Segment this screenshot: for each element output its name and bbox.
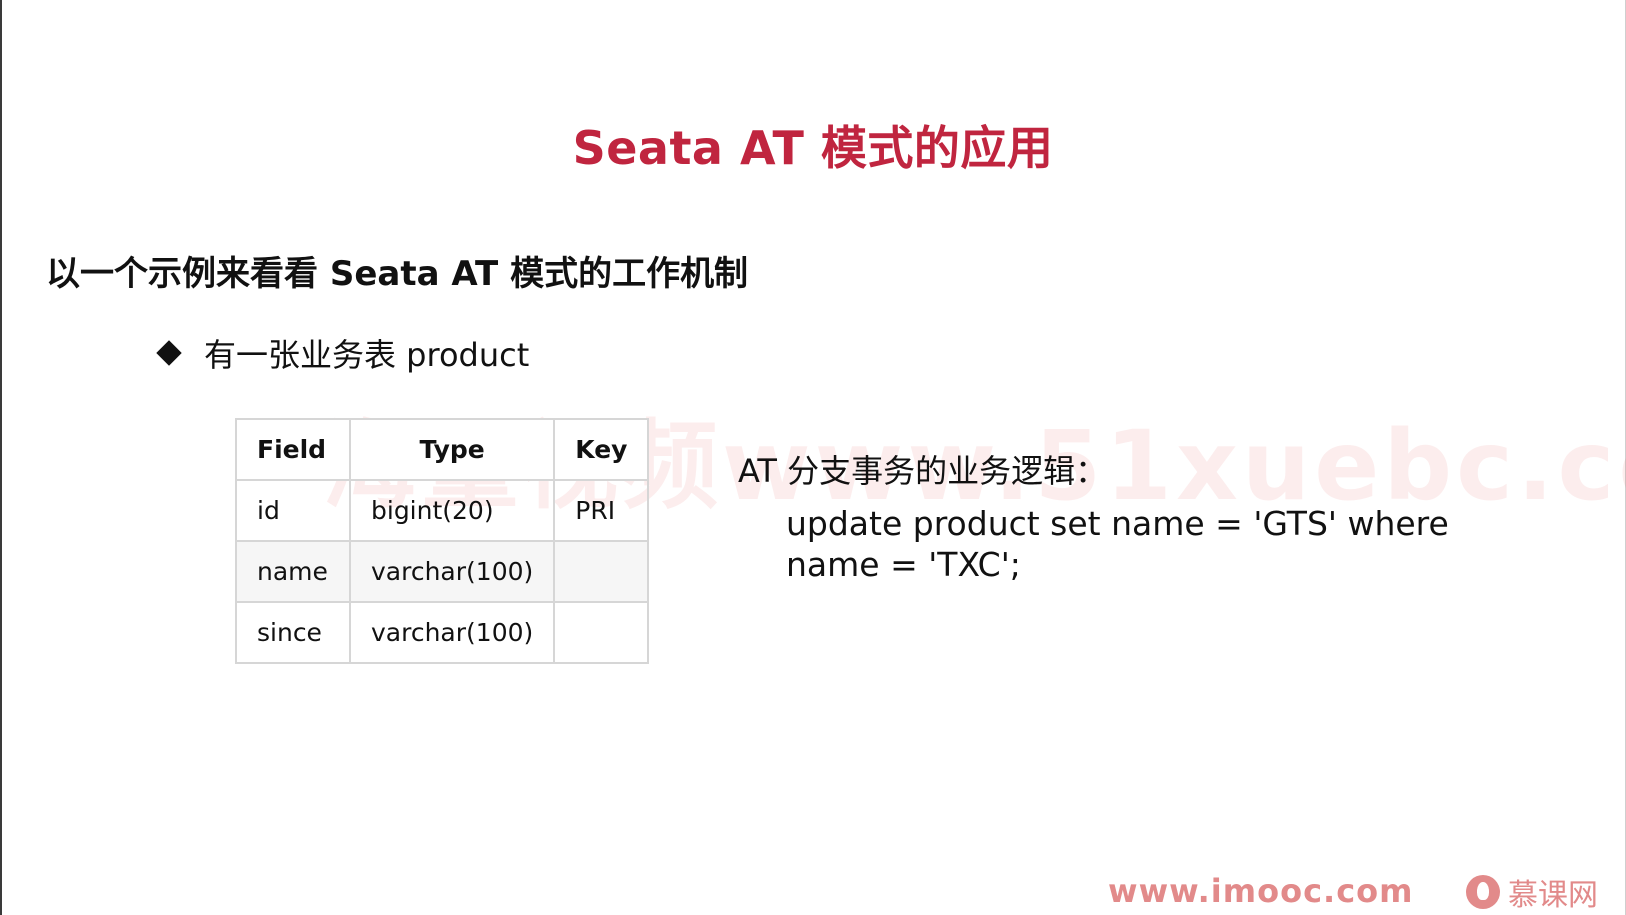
column-header-type: Type [348,418,556,481]
bullet-text: 有一张业务表 product [204,336,530,374]
business-logic-heading: AT 分支事务的业务逻辑： [738,452,1108,490]
flame-icon [1466,875,1500,909]
table-cell: varchar(100) [348,601,556,664]
sql-statement-line-2: name = 'TXC'; [786,545,1021,584]
table-cell: bigint(20) [348,479,556,542]
column-header-field: Field [235,418,351,481]
footer-logo: 慕课网 [1466,870,1598,914]
table-cell: PRI [553,479,650,542]
column-header-key: Key [553,418,650,481]
slide-subtitle: 以一个示例来看看 Seata AT 模式的工作机制 [46,254,749,294]
table-header-row: Field Type Key [235,418,650,481]
table-cell: name [235,540,351,603]
table-row: since varchar(100) [235,601,650,664]
bullet-item: 有一张业务表 product [156,330,529,376]
footer-brand: 慕课网 [1508,878,1598,913]
table-row: id bigint(20) PRI [235,479,650,542]
slide-title: Seata AT 模式的应用 [572,121,1054,175]
diamond-bullet-icon [156,340,182,366]
table-cell: since [235,601,351,664]
table-cell [553,540,650,603]
table-cell: varchar(100) [348,540,556,603]
table-cell [553,601,650,664]
table-row: name varchar(100) [235,540,650,603]
table-cell: id [235,479,351,542]
sql-statement-line-1: update product set name = 'GTS' where [786,504,1449,543]
footer-url: www.imooc.com [1108,872,1414,910]
product-schema-table: Field Type Key id bigint(20) PRI name va… [235,418,650,664]
